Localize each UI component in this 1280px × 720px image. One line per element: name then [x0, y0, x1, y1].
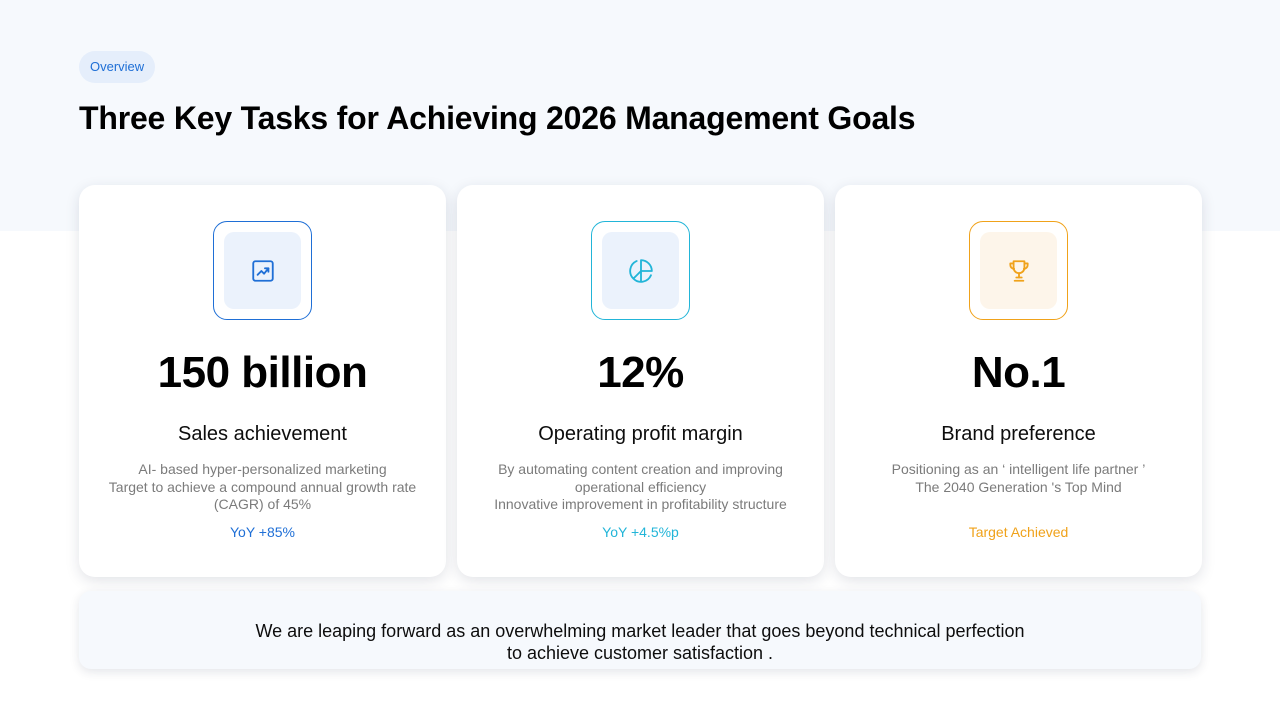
task-card-sales: 150 billion Sales achievement AI- based …	[79, 185, 446, 577]
trending-up-icon	[251, 259, 274, 282]
description-line: Target to achieve a compound annual grow…	[108, 478, 417, 513]
summary-line: to achieve customer satisfaction .	[506, 643, 774, 663]
card-stat: YoY +85%	[229, 524, 295, 540]
icon-frame	[213, 221, 312, 320]
description-line: AI- based hyper-personalized marketing	[138, 461, 387, 477]
section-badge: Overview	[79, 51, 156, 83]
metric-value: 12%	[597, 348, 684, 397]
icon-frame	[969, 221, 1068, 320]
card-stat: Target Achieved	[968, 524, 1069, 540]
summary-line: We are leaping forward as an overwhelmin…	[255, 621, 1025, 641]
card-title: Operating profit margin	[538, 423, 743, 445]
icon-frame	[591, 221, 690, 320]
card-description: By automating content creation and impro…	[481, 461, 800, 514]
description-line: By automating content creation and impro…	[498, 461, 783, 495]
description-line: Positioning as an ‘ intelligent life par…	[891, 461, 1146, 477]
metric-value: 150 billion	[157, 348, 368, 397]
card-title: Brand preference	[941, 423, 1096, 445]
pie-chart-icon	[628, 258, 653, 283]
metric-value: No.1	[971, 348, 1066, 397]
card-title: Sales achievement	[178, 423, 347, 445]
description-line: Innovative improvement in profitability …	[494, 496, 787, 512]
description-line: The 2040 Generation 's Top Mind	[915, 478, 1122, 495]
task-card-profit: 12% Operating profit margin By automatin…	[457, 185, 824, 577]
task-card-brand: No.1 Brand preference Positioning as an …	[835, 185, 1202, 577]
card-description: AI- based hyper-personalized marketing T…	[103, 461, 422, 514]
page-title: Three Key Tasks for Achieving 2026 Manag…	[79, 100, 916, 136]
card-stat: YoY +4.5%p	[602, 524, 679, 540]
summary-statement: We are leaping forward as an overwhelmin…	[79, 591, 1201, 669]
trophy-icon	[1008, 259, 1029, 282]
card-description: Positioning as an ‘ intelligent life par…	[859, 461, 1178, 496]
